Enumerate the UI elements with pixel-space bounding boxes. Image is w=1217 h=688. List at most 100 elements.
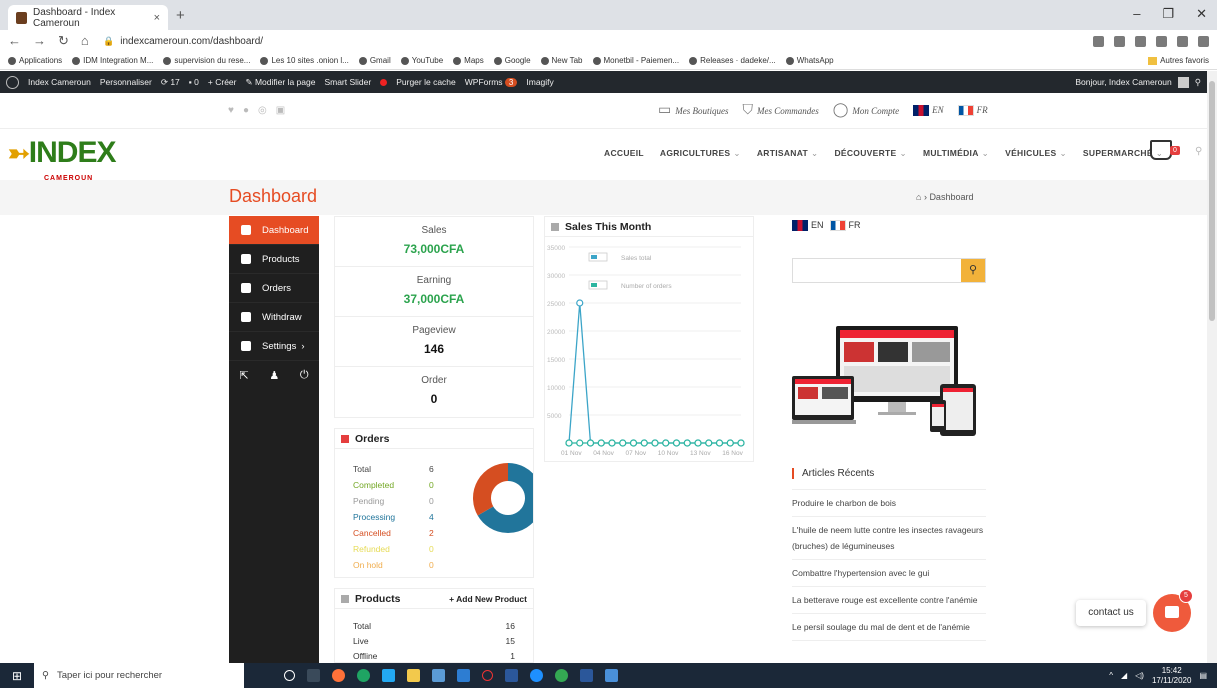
admin-new-link[interactable]: + Créer <box>208 77 237 87</box>
sidebar-item-withdraw[interactable]: Withdraw <box>229 303 319 332</box>
add-new-product-link[interactable]: + Add New Product <box>449 594 527 604</box>
tray-chevron-icon[interactable]: ^ <box>1109 671 1113 680</box>
star-icon[interactable] <box>1093 35 1104 47</box>
recent-article-link[interactable]: Le persil soulage du mal de dent et de l… <box>792 614 986 641</box>
reload-icon[interactable]: ↻ <box>58 33 69 49</box>
cortana-icon[interactable] <box>284 670 295 681</box>
photos-icon[interactable] <box>605 669 618 682</box>
header-search-icon[interactable]: ⚲ <box>1195 146 1202 157</box>
extension-icon[interactable] <box>1114 35 1125 47</box>
clock[interactable]: 15:42 17/11/2020 <box>1152 666 1191 686</box>
wordpress-icon[interactable] <box>6 75 19 89</box>
tab-close-icon[interactable]: × <box>154 12 160 24</box>
site-logo[interactable]: ➳INDEX CAMEROUN <box>8 138 116 183</box>
scrollbar-thumb[interactable] <box>1209 81 1215 321</box>
my-shops-link[interactable]: ▭ Mes Boutiques <box>658 102 728 119</box>
bookmark[interactable]: Gmail <box>358 56 391 65</box>
bookmark[interactable]: Monetbil - Paiemen... <box>592 56 679 65</box>
bookmark[interactable]: Maps <box>453 56 484 65</box>
admin-site-link[interactable]: Index Cameroun <box>28 77 91 87</box>
instagram-icon[interactable]: ◎ <box>258 105 267 116</box>
notification-icon[interactable]: ▤ <box>1199 671 1207 680</box>
recent-article-link[interactable]: L'huile de neem lutte contre les insecte… <box>792 517 986 560</box>
volume-icon[interactable]: ◁) <box>1135 671 1144 680</box>
opera-icon[interactable] <box>482 670 493 681</box>
extension-icon[interactable] <box>1156 35 1167 47</box>
lang-fr-link[interactable]: FR <box>829 220 861 232</box>
admin-imagify-link[interactable]: Imagify <box>526 77 553 87</box>
lang-en-link[interactable]: EN <box>792 220 824 232</box>
store-icon[interactable] <box>432 669 445 682</box>
firefox-icon[interactable] <box>332 669 345 682</box>
power-icon[interactable]: ⏻ <box>300 369 309 382</box>
nav-item-vehicules[interactable]: VÉHICULES ⌄ <box>1005 148 1067 159</box>
admin-customize-link[interactable]: Personnaliser <box>100 77 152 87</box>
extension-icon[interactable] <box>1177 35 1188 47</box>
sidebar-item-dashboard[interactable]: Dashboard <box>229 216 319 245</box>
back-icon[interactable]: ← <box>8 33 21 49</box>
bookmark[interactable]: Les 10 sites .onion l... <box>260 56 349 65</box>
bookmark[interactable]: WhatsApp <box>785 56 834 65</box>
task-view-icon[interactable] <box>307 669 320 682</box>
search-icon[interactable]: ⚲ <box>961 259 985 282</box>
profile-icon[interactable] <box>1198 35 1209 47</box>
forward-icon[interactable]: → <box>33 33 46 49</box>
nav-item-agricultures[interactable]: AGRICULTURES ⌄ <box>660 148 741 159</box>
chrome-icon[interactable] <box>357 669 370 682</box>
word-icon[interactable] <box>580 669 593 682</box>
cart-icon[interactable] <box>1150 140 1172 160</box>
bookmark[interactable]: Applications <box>8 56 62 65</box>
taskbar-search-input[interactable]: ⚲ Taper ici pour rechercher <box>34 663 244 688</box>
home-icon[interactable]: ⌂ <box>916 192 921 202</box>
recent-article-link[interactable]: Produire le charbon de bois <box>792 490 986 517</box>
bookmark[interactable]: Google <box>493 56 531 65</box>
extension-icon[interactable] <box>1135 35 1146 47</box>
my-orders-link[interactable]: ⛉ Mes Commandes <box>742 103 818 119</box>
admin-edit-link[interactable]: ✎ Modifier la page <box>245 77 315 88</box>
facebook-icon[interactable]: ● <box>243 105 249 116</box>
nav-item-accueil[interactable]: ACCUEIL <box>604 148 644 159</box>
sidebar-item-orders[interactable]: Orders <box>229 274 319 303</box>
sidebar-item-settings[interactable]: Settings › <box>229 332 319 361</box>
other-bookmarks[interactable]: Autres favoris <box>1148 56 1209 65</box>
youtube-icon[interactable]: ▣ <box>276 105 285 116</box>
sidebar-item-products[interactable]: Products <box>229 245 319 274</box>
admin-purge-link[interactable]: Purger le cache <box>396 77 456 87</box>
lang-en-link[interactable]: EN <box>913 105 944 117</box>
nav-item-multimedia[interactable]: MULTIMÉDIA ⌄ <box>923 148 989 159</box>
nav-item-artisanat[interactable]: ARTISANAT ⌄ <box>757 148 819 159</box>
admin-updates-link[interactable]: ⟳ 17 <box>161 77 180 88</box>
windows-start-icon[interactable]: ⊞ <box>0 669 34 683</box>
recent-article-link[interactable]: Combattre l'hypertension avec le gui <box>792 560 986 587</box>
bookmark[interactable]: IDM Integration M... <box>72 56 153 65</box>
admin-account[interactable]: Bonjour, Index Cameroun ⚲ <box>1075 76 1201 88</box>
admin-wpforms-link[interactable]: WPForms 3 <box>465 77 518 87</box>
app-icon[interactable] <box>505 669 518 682</box>
skype-icon[interactable] <box>530 669 543 682</box>
new-tab-button[interactable]: + <box>176 7 185 24</box>
vscode-icon[interactable] <box>382 669 395 682</box>
bookmark[interactable]: YouTube <box>400 56 443 65</box>
lang-fr-link[interactable]: FR <box>957 105 988 117</box>
chrome-active-icon[interactable] <box>555 669 568 682</box>
close-window-icon[interactable]: ✕ <box>1196 6 1207 22</box>
sidebar-search-input[interactable]: ⚲ <box>792 258 986 283</box>
bookmark[interactable]: supervision du rese... <box>163 56 250 65</box>
twitter-icon[interactable]: ♥ <box>228 105 234 116</box>
my-account-link[interactable]: ◯ Mon Compte <box>833 102 899 119</box>
user-icon[interactable]: ♟ <box>269 369 279 382</box>
nav-item-decouverte[interactable]: DÉCOUVERTE ⌄ <box>834 148 906 159</box>
page-scrollbar[interactable] <box>1207 71 1217 663</box>
browser-tab[interactable]: Dashboard - Index Cameroun × <box>8 5 168 30</box>
minimize-icon[interactable]: – <box>1133 6 1140 22</box>
contact-us-label[interactable]: contact us <box>1076 600 1146 626</box>
file-explorer-icon[interactable] <box>407 669 420 682</box>
recent-article-link[interactable]: La betterave rouge est excellente contre… <box>792 587 986 614</box>
admin-slider-link[interactable]: Smart Slider <box>324 77 371 87</box>
network-icon[interactable]: ◢ <box>1121 671 1127 680</box>
maximize-icon[interactable]: ❐ <box>1162 6 1174 22</box>
admin-comments-link[interactable]: ▪ 0 <box>189 77 199 87</box>
url-field[interactable]: 🔒 indexcameroun.com/dashboard/ <box>103 36 263 47</box>
mail-icon[interactable] <box>457 669 470 682</box>
external-link-icon[interactable]: ⇱ <box>239 369 248 382</box>
